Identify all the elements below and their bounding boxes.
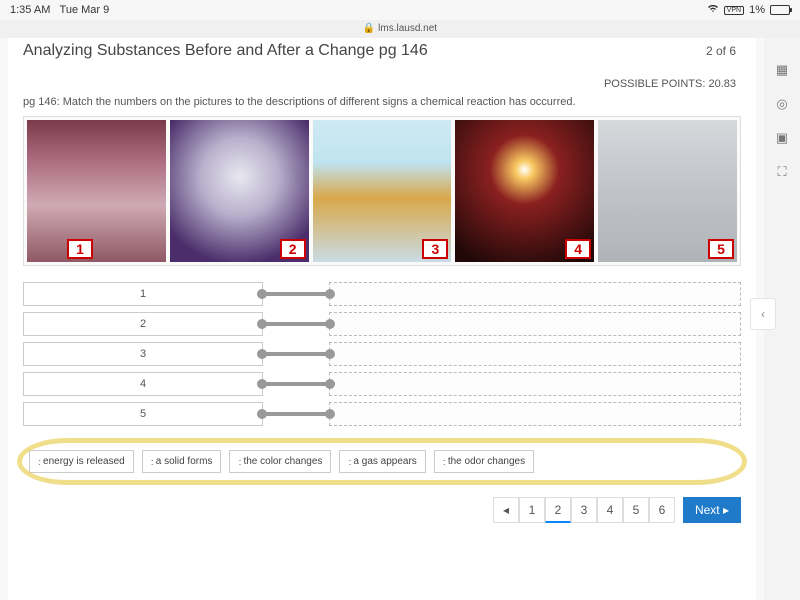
match-row-3: 3 — [23, 342, 741, 366]
wifi-icon — [707, 4, 719, 16]
grip-icon: :: — [443, 457, 444, 467]
grip-icon: :: — [38, 457, 39, 467]
connector-icon — [261, 352, 331, 356]
choice-color-changes[interactable]: ::the color changes — [229, 450, 331, 473]
pager-page-1[interactable]: 1 — [519, 497, 545, 523]
connector-icon — [261, 412, 331, 416]
drop-target-2[interactable] — [329, 312, 741, 336]
right-toolbar: ▦ ◎ ▣ ⛶ ‹ — [764, 38, 800, 600]
image-5: 5 — [598, 120, 737, 262]
grip-icon: :: — [348, 457, 349, 467]
pager-page-4[interactable]: 4 — [597, 497, 623, 523]
ipad-status-bar: 1:35 AM Tue Mar 9 VPN 1% — [0, 0, 800, 20]
connector-icon — [261, 382, 331, 386]
connector-icon — [261, 322, 331, 326]
matching-area: 1 2 3 4 5 — [23, 282, 741, 426]
pager-page-2[interactable]: 2 — [545, 497, 571, 523]
quiz-content: Analyzing Substances Before and After a … — [8, 38, 756, 600]
answer-bank: ::energy is released ::a solid forms ::t… — [23, 440, 741, 483]
pager-page-5[interactable]: 5 — [623, 497, 649, 523]
image-4: 4 — [455, 120, 594, 262]
drop-target-1[interactable] — [329, 282, 741, 306]
question-counter: 2 of 6 — [706, 44, 741, 58]
choice-gas-appears[interactable]: ::a gas appears — [339, 450, 425, 473]
match-row-4: 4 — [23, 372, 741, 396]
image-3: 3 — [313, 120, 452, 262]
grip-icon: :: — [151, 457, 152, 467]
prompt-slot-1: 1 — [23, 282, 263, 306]
choice-odor-changes[interactable]: ::the odor changes — [434, 450, 534, 473]
next-button[interactable]: Next ▸ — [683, 497, 741, 523]
prompt-slot-4: 4 — [23, 372, 263, 396]
battery-icon — [770, 5, 790, 15]
match-row-2: 2 — [23, 312, 741, 336]
reference-images: 1 2 3 4 5 — [23, 116, 741, 266]
calculator-icon[interactable]: ▣ — [774, 130, 790, 146]
pager-page-3[interactable]: 3 — [571, 497, 597, 523]
fullscreen-icon[interactable]: ⛶ — [774, 164, 790, 180]
pager-page-6[interactable]: 6 — [649, 497, 675, 523]
question-prompt: pg 146: Match the numbers on the picture… — [23, 96, 741, 108]
browser-url-bar[interactable]: 🔒 lms.lausd.net — [0, 20, 800, 38]
pagination: ◂ 1 2 3 4 5 6 Next ▸ — [23, 497, 741, 523]
prompt-slot-5: 5 — [23, 402, 263, 426]
status-time-date: 1:35 AM Tue Mar 9 — [10, 4, 109, 16]
possible-points: POSSIBLE POINTS: 20.83 — [23, 78, 736, 90]
match-row-1: 1 — [23, 282, 741, 306]
lock-icon: 🔒 — [363, 20, 375, 38]
target-icon[interactable]: ◎ — [774, 96, 790, 112]
drop-target-5[interactable] — [329, 402, 741, 426]
prompt-slot-3: 3 — [23, 342, 263, 366]
page-title: Analyzing Substances Before and After a … — [23, 42, 428, 60]
vpn-badge: VPN — [724, 6, 744, 15]
match-row-5: 5 — [23, 402, 741, 426]
connector-icon — [261, 292, 331, 296]
url-domain: lms.lausd.net — [378, 23, 437, 34]
drop-target-3[interactable] — [329, 342, 741, 366]
status-right: VPN 1% — [707, 4, 790, 16]
grip-icon: :: — [238, 457, 239, 467]
choice-solid-forms[interactable]: ::a solid forms — [142, 450, 222, 473]
choice-energy-released[interactable]: ::energy is released — [29, 450, 134, 473]
chevron-left-icon: ‹ — [761, 307, 765, 321]
battery-percent: 1% — [749, 4, 765, 16]
pager-prev-button[interactable]: ◂ — [493, 497, 519, 523]
calendar-icon[interactable]: ▦ — [774, 62, 790, 78]
collapse-sidebar-button[interactable]: ‹ — [750, 298, 776, 330]
image-2: 2 — [170, 120, 309, 262]
image-1: 1 — [27, 120, 166, 262]
prompt-slot-2: 2 — [23, 312, 263, 336]
drop-target-4[interactable] — [329, 372, 741, 396]
